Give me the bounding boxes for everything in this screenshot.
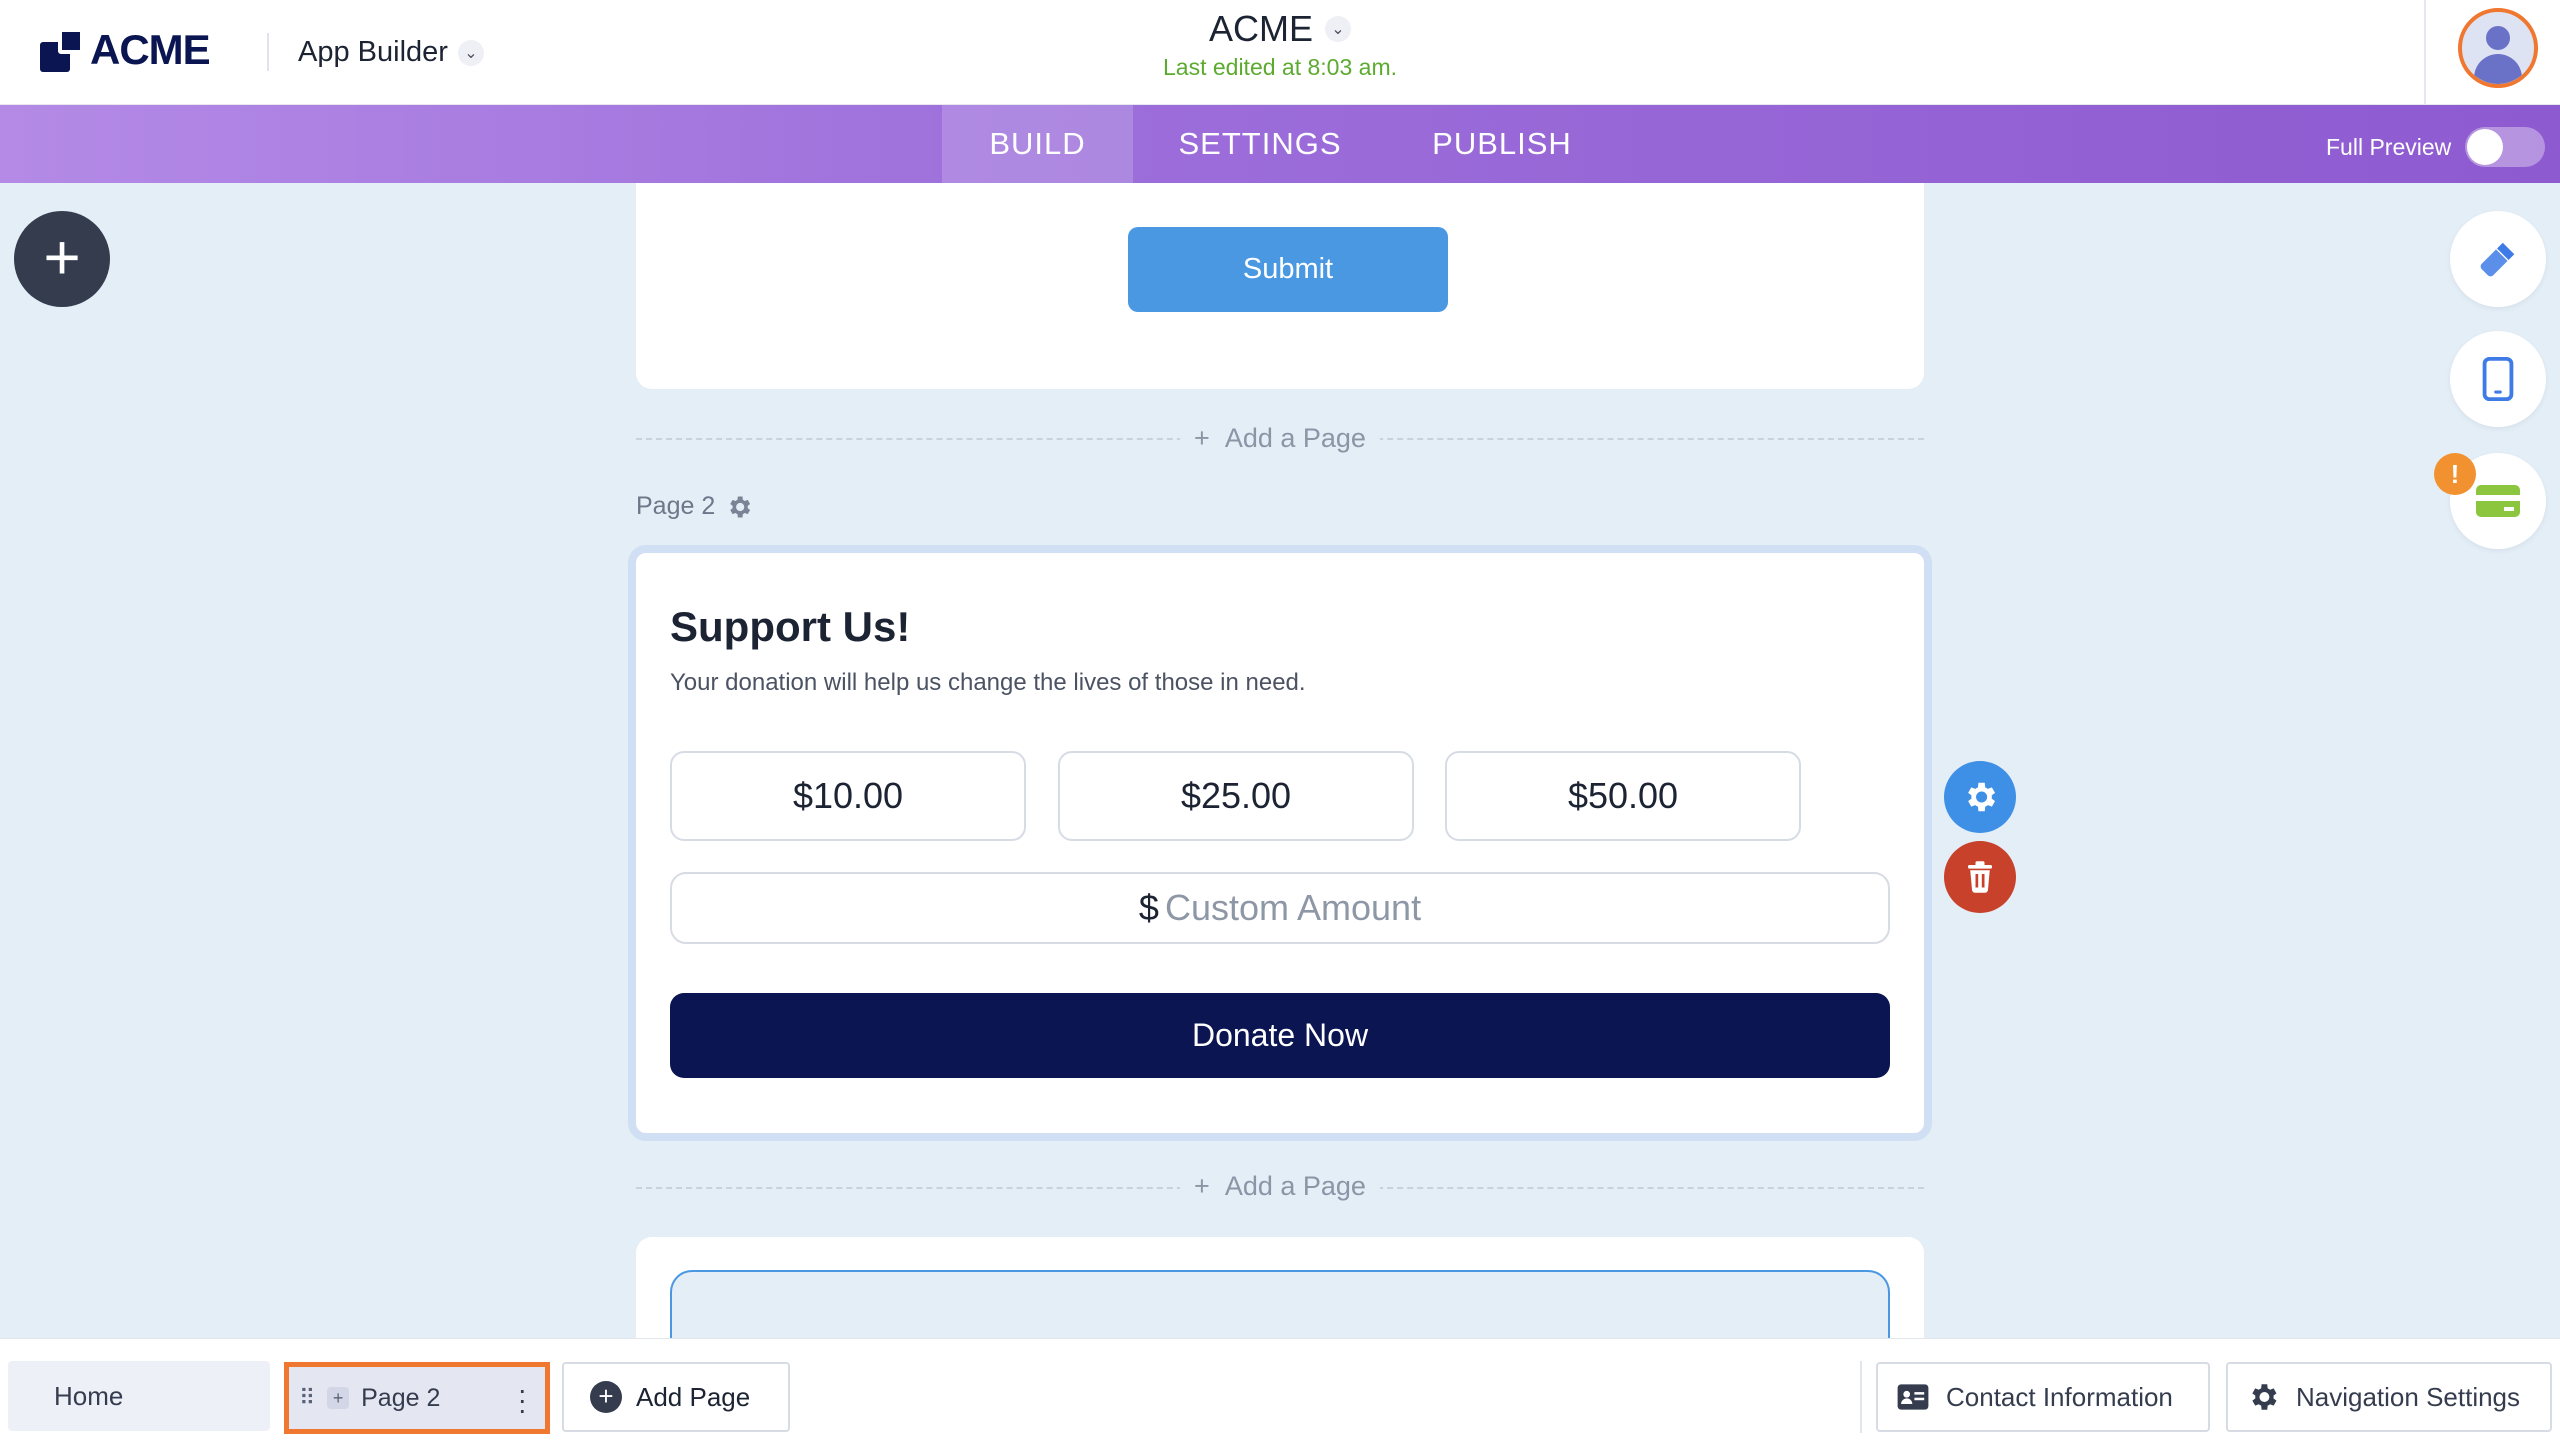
warning-badge: ! — [2434, 453, 2476, 495]
tab-publish[interactable]: PUBLISH — [1387, 105, 1617, 183]
header-divider-right — [2424, 0, 2426, 105]
add-element-button[interactable]: + — [14, 211, 110, 307]
acme-logo-mark — [40, 28, 86, 72]
app-builder-label: App Builder — [298, 36, 448, 68]
navigation-settings-label: Navigation Settings — [2296, 1381, 2521, 1412]
donate-now-button[interactable]: Donate Now — [670, 993, 1890, 1078]
page-tab-label: Page 2 — [361, 1383, 441, 1412]
page-2-label: Page 2 — [636, 492, 753, 521]
more-vertical-icon[interactable]: · · · — [518, 1376, 527, 1424]
custom-amount-placeholder: Custom Amount — [1164, 887, 1422, 928]
plus-circle-icon: + — [590, 1381, 622, 1413]
chevron-down-icon: ⌄ — [1325, 16, 1351, 42]
app-builder-dropdown[interactable]: App Builder ⌄ — [298, 36, 484, 69]
delete-element-button[interactable] — [1944, 841, 2016, 913]
donation-title: Support Us! — [670, 603, 911, 650]
last-edited-status: Last edited at 8:03 am. — [1163, 54, 1397, 80]
form-title-area: ACME ⌄ Last edited at 8:03 am. — [1150, 8, 1410, 81]
add-page-label: Add Page — [636, 1381, 751, 1412]
drag-handle-icon[interactable]: ⠿ — [299, 1385, 315, 1411]
plus-icon: + — [1194, 1171, 1225, 1201]
tab-build[interactable]: BUILD — [942, 105, 1133, 183]
gear-icon — [2252, 1384, 2277, 1410]
bottom-bar-divider — [1860, 1361, 1862, 1433]
page-tab-page-2[interactable]: ⠿ + Page 2 · · · — [284, 1362, 550, 1434]
plus-icon[interactable]: + — [327, 1387, 350, 1409]
navigation-settings-button[interactable]: Navigation Settings — [2226, 1362, 2552, 1432]
amount-option-10[interactable]: $10.00 — [670, 751, 1026, 841]
gear-icon — [1968, 782, 1996, 812]
amount-option-50[interactable]: $50.00 — [1445, 751, 1801, 841]
logo-text: ACME — [90, 26, 211, 73]
add-a-page-link[interactable]: + Add a Page — [1180, 423, 1380, 454]
id-card-icon — [1897, 1384, 1929, 1410]
add-page-button[interactable]: + Add Page — [562, 1362, 790, 1432]
element-settings-button[interactable] — [1944, 761, 2016, 833]
top-header: ACME App Builder ⌄ ACME ⌄ Last edited at… — [0, 0, 2560, 105]
gear-icon[interactable] — [725, 493, 753, 521]
full-preview-control: Full Preview — [2326, 127, 2546, 167]
avatar[interactable] — [2458, 8, 2538, 88]
mobile-preview-button[interactable] — [2450, 331, 2546, 427]
add-a-page-label: Add a Page — [1224, 1171, 1366, 1201]
tab-settings[interactable]: SETTINGS — [1133, 105, 1387, 183]
page-tab-home[interactable]: Home — [8, 1361, 270, 1431]
acme-logo[interactable]: ACME — [40, 26, 211, 74]
full-preview-label: Full Preview — [2326, 133, 2452, 160]
form-title-dropdown[interactable]: ACME ⌄ — [1209, 8, 1351, 50]
chevron-down-icon: ⌄ — [457, 39, 484, 66]
phone-icon — [2482, 356, 2514, 402]
contact-information-label: Contact Information — [1946, 1381, 2173, 1412]
custom-amount-input[interactable]: $ Custom Amount — [670, 872, 1890, 944]
builder-tab-bar: BUILD SETTINGS PUBLISH Full Preview — [0, 105, 2560, 183]
header-divider — [267, 33, 269, 71]
contact-information-button[interactable]: Contact Information — [1876, 1362, 2210, 1432]
submit-button[interactable]: Submit — [1128, 227, 1448, 312]
form-title: ACME — [1208, 8, 1313, 49]
full-preview-toggle[interactable] — [2465, 127, 2546, 167]
trash-icon — [1968, 861, 1992, 893]
currency-symbol: $ — [1138, 887, 1159, 928]
plus-icon: + — [1194, 423, 1225, 453]
app-designer-button[interactable] — [2450, 211, 2546, 307]
donation-subtitle: Your donation will help us change the li… — [670, 669, 1306, 696]
add-a-page-link[interactable]: + Add a Page — [1180, 1171, 1380, 1202]
page-2-name: Page 2 — [636, 492, 716, 520]
amount-option-25[interactable]: $25.00 — [1058, 751, 1414, 841]
paint-roller-icon — [2480, 242, 2515, 277]
credit-card-icon — [2476, 485, 2520, 517]
add-a-page-label: Add a Page — [1224, 423, 1366, 453]
